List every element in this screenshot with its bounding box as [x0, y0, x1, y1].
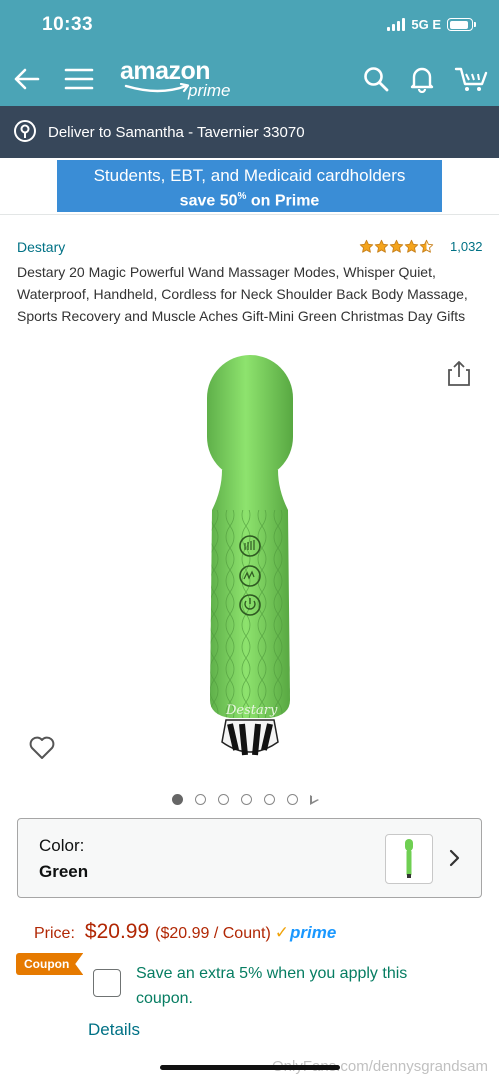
price-row: Price: $20.99 ($20.99 / Count) ✓ prime [34, 920, 336, 944]
coupon-details-link[interactable]: Details [88, 1020, 140, 1040]
carousel-dot[interactable] [264, 794, 275, 805]
chevron-right-icon [448, 847, 462, 869]
coupon-checkbox[interactable] [93, 969, 121, 997]
network-label: 5G E [411, 17, 441, 32]
image-carousel-dots[interactable] [172, 794, 319, 805]
star-icon [374, 239, 389, 253]
rating[interactable]: 1,032 [359, 239, 483, 254]
status-bar: 10:33 5G E [0, 0, 499, 52]
star-rating [359, 239, 434, 254]
carousel-dot[interactable] [172, 794, 183, 805]
nav-bar: amazon prime [0, 52, 499, 106]
location-pin-icon [12, 119, 38, 145]
battery-icon [447, 18, 476, 31]
signal-icon [387, 18, 406, 31]
color-label: Color: [39, 836, 85, 855]
prime-check-icon: ✓ [274, 923, 290, 942]
logo-smile-icon [124, 83, 190, 93]
product-image[interactable]: Destary [190, 350, 310, 770]
back-arrow-icon[interactable] [9, 62, 43, 96]
color-value: Green [39, 862, 89, 881]
carousel-dot[interactable] [195, 794, 206, 805]
prime-badge: ✓ prime [274, 923, 337, 942]
star-icon [404, 239, 419, 253]
price-label: Price: [34, 925, 75, 942]
deliver-to-bar[interactable]: Deliver to Samantha - Tavernier 33070 [0, 106, 499, 158]
review-count[interactable]: 1,032 [450, 239, 483, 254]
product-title: Destary 20 Magic Powerful Wand Massager … [17, 264, 468, 324]
search-icon[interactable] [359, 62, 393, 96]
video-play-icon[interactable] [310, 794, 319, 805]
bell-icon[interactable] [405, 62, 439, 96]
star-icon [359, 239, 374, 253]
product-brand-mark: Destary [225, 703, 278, 718]
amazon-prime-logo[interactable]: amazon prime [120, 58, 231, 100]
share-icon[interactable] [448, 360, 470, 386]
carousel-dot[interactable] [287, 794, 298, 805]
cart-icon[interactable] [452, 62, 492, 96]
star-icon [389, 239, 404, 253]
divider [0, 214, 499, 215]
logo-prime-text: prime [188, 81, 231, 100]
status-time: 10:33 [42, 14, 94, 35]
banner-line1: Students, EBT, and Medicaid cardholders [93, 166, 406, 185]
prime-promo-banner[interactable]: Students, EBT, and Medicaid cardholders … [57, 160, 442, 212]
unit-price: ($20.99 / Count) [155, 925, 271, 942]
status-indicators: 5G E [387, 17, 476, 32]
deliver-to-text: Deliver to Samantha - Tavernier 33070 [48, 123, 305, 141]
heart-icon[interactable] [28, 735, 56, 761]
menu-icon[interactable] [62, 62, 96, 96]
color-selector[interactable]: Color: Green [17, 818, 482, 898]
brand-link[interactable]: Destary [17, 239, 65, 255]
coupon-badge: Coupon [16, 953, 84, 975]
color-swatch-thumbnail[interactable] [385, 834, 433, 884]
star-icon [419, 239, 434, 253]
carousel-dot[interactable] [241, 794, 252, 805]
home-indicator[interactable] [160, 1065, 340, 1070]
coupon-text[interactable]: Save an extra 5% when you apply this cou… [136, 961, 466, 1011]
carousel-dot[interactable] [218, 794, 229, 805]
price-value: $20.99 [84, 920, 150, 943]
banner-line2: save 50% on Prime [179, 191, 320, 210]
